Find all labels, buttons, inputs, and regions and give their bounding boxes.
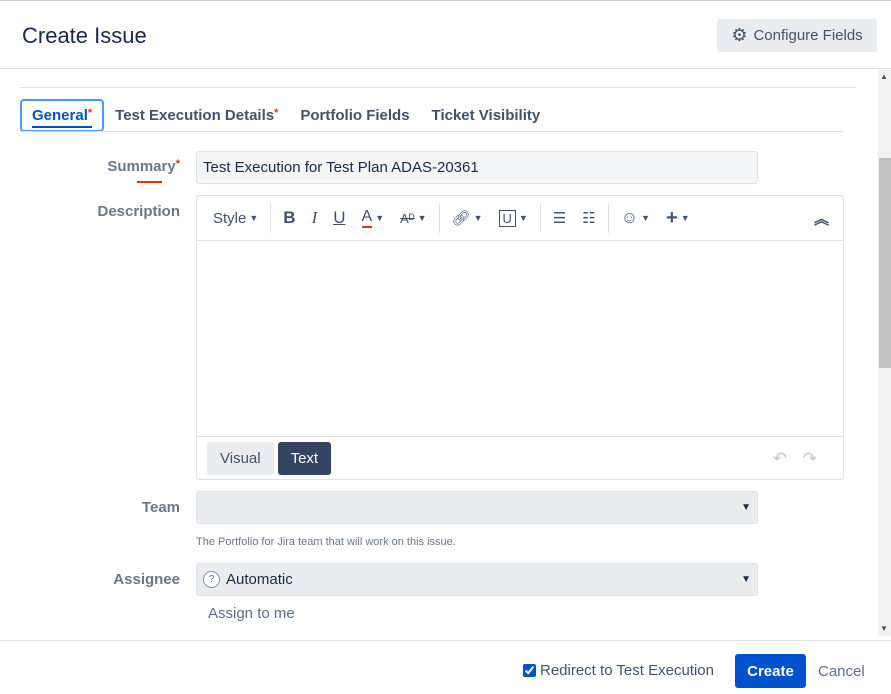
editor-toolbar: Style ▼ B I U A ▼ Aᴰ ▼ 🔗︎ ▼ U ▼ ☰ ☷ ☺ ▼ + ▼ ︽ — [197, 196, 843, 241]
editor-mode-bar: Visual Text ↶ ↷ — [197, 436, 843, 480]
bullet-list-button[interactable]: ☰ — [545, 209, 574, 227]
insert-button[interactable]: + ▼ — [658, 207, 698, 230]
team-help-text: The Portfolio for Jira team that will wo… — [196, 536, 456, 548]
description-label: Description — [97, 203, 180, 220]
chevron-down-icon: ▼ — [741, 502, 751, 513]
double-chevron-up-icon: ︽ — [813, 210, 829, 228]
redirect-label: Redirect to Test Execution — [540, 662, 714, 679]
italic-button[interactable]: I — [304, 208, 326, 228]
separator — [607, 203, 609, 233]
tab-label: Test Execution Details — [115, 107, 275, 124]
style-dropdown[interactable]: Style ▼ — [205, 210, 266, 227]
separator — [438, 203, 440, 233]
redirect-checkbox[interactable] — [523, 664, 536, 677]
chevron-down-icon: ▼ — [249, 213, 259, 223]
configure-fields-button[interactable]: ⚙ Configure Fields — [717, 19, 877, 52]
text-mode-button[interactable]: Text — [277, 442, 332, 475]
emoji-button[interactable]: ☺ ▼ — [613, 208, 658, 228]
assign-to-me-link[interactable]: Assign to me — [208, 605, 295, 622]
summary-input[interactable]: Test Execution for Test Plan ADAS-20361 — [196, 151, 758, 184]
visual-mode-button[interactable]: Visual — [207, 442, 274, 475]
avatar-icon: ? — [203, 571, 220, 588]
attachment-button[interactable]: U ▼ — [491, 209, 536, 227]
numbered-list-button[interactable]: ☷ — [574, 209, 603, 227]
separator — [270, 203, 272, 233]
tab-general[interactable]: General* — [20, 99, 105, 132]
configure-fields-label: Configure Fields — [753, 27, 863, 44]
numbered-list-icon: ☷ — [582, 210, 596, 227]
gear-icon: ⚙ — [731, 25, 748, 45]
chevron-down-icon: ▼ — [417, 213, 427, 223]
text-color-button[interactable]: A ▼ — [354, 208, 393, 228]
more-formatting-button[interactable]: Aᴰ ▼ — [392, 211, 434, 226]
chevron-down-icon: ▼ — [473, 213, 483, 223]
required-marker: * — [175, 158, 180, 170]
dialog-header: Create Issue ⚙ Configure Fields — [0, 0, 891, 69]
scroll-down-icon[interactable]: ▼ — [880, 624, 888, 633]
smiley-icon: ☺ — [620, 208, 639, 227]
cancel-link[interactable]: Cancel — [818, 663, 865, 680]
bold-button[interactable]: B — [275, 208, 303, 228]
chevron-down-icon: ▼ — [641, 213, 651, 223]
tab-bar: General* Test Execution Details* Portfol… — [20, 97, 551, 132]
dialog-footer: Redirect to Test Execution Create Cancel — [0, 640, 891, 694]
undo-icon[interactable]: ↶ — [773, 449, 787, 469]
scroll-up-icon[interactable]: ▲ — [880, 72, 888, 81]
assignee-select[interactable]: ? Automatic ▼ — [196, 563, 758, 596]
redo-icon[interactable]: ↷ — [803, 449, 817, 469]
description-editor: Style ▼ B I U A ▼ Aᴰ ▼ 🔗︎ ▼ U ▼ ☰ ☷ ☺ ▼ + ▼ ︽ V… — [196, 195, 844, 480]
chevron-down-icon: ▼ — [375, 213, 385, 223]
separator — [539, 203, 541, 233]
assignee-label: Assignee — [113, 571, 180, 588]
format-icon: Aᴰ — [400, 210, 415, 226]
bullet-list-icon: ☰ — [552, 210, 567, 227]
style-label: Style — [213, 209, 247, 227]
chevron-down-icon: ▼ — [741, 574, 751, 585]
link-icon: 🔗︎ — [451, 210, 471, 227]
assignee-value: Automatic — [226, 571, 293, 588]
tab-label: Portfolio Fields — [300, 107, 410, 124]
text-color-icon: A — [361, 208, 373, 228]
divider — [20, 87, 856, 88]
dialog-title: Create Issue — [22, 23, 147, 48]
team-label: Team — [141, 499, 180, 516]
required-marker: * — [274, 107, 279, 119]
link-button[interactable]: 🔗︎ ▼ — [444, 209, 491, 227]
tab-portfolio-fields[interactable]: Portfolio Fields — [289, 107, 420, 132]
team-select[interactable]: ▼ — [196, 491, 758, 524]
underline-button[interactable]: U — [325, 208, 353, 228]
tab-test-execution-details[interactable]: Test Execution Details* — [104, 107, 289, 132]
chevron-down-icon: ▼ — [680, 213, 690, 223]
summary-value: Test Execution for Test Plan ADAS-20361 — [203, 159, 479, 176]
divider — [20, 131, 843, 132]
create-button[interactable]: Create — [735, 654, 806, 688]
scrollbar-thumb[interactable] — [879, 158, 891, 368]
description-textarea[interactable] — [197, 241, 843, 436]
summary-label: Summary* — [15, 158, 180, 175]
collapse-toolbar-button[interactable]: ︽ — [806, 208, 837, 229]
redirect-checkbox-row[interactable]: Redirect to Test Execution — [523, 662, 714, 679]
tab-label: General — [32, 107, 88, 124]
plus-icon: + — [666, 206, 678, 229]
tab-ticket-visibility[interactable]: Ticket Visibility — [421, 107, 552, 132]
summary-label-text: Summary — [107, 158, 176, 175]
error-underline — [137, 181, 162, 183]
tab-label: Ticket Visibility — [431, 107, 541, 124]
chevron-down-icon: ▼ — [518, 213, 528, 223]
required-marker: * — [87, 107, 93, 119]
paperclip-icon: U — [498, 209, 516, 227]
